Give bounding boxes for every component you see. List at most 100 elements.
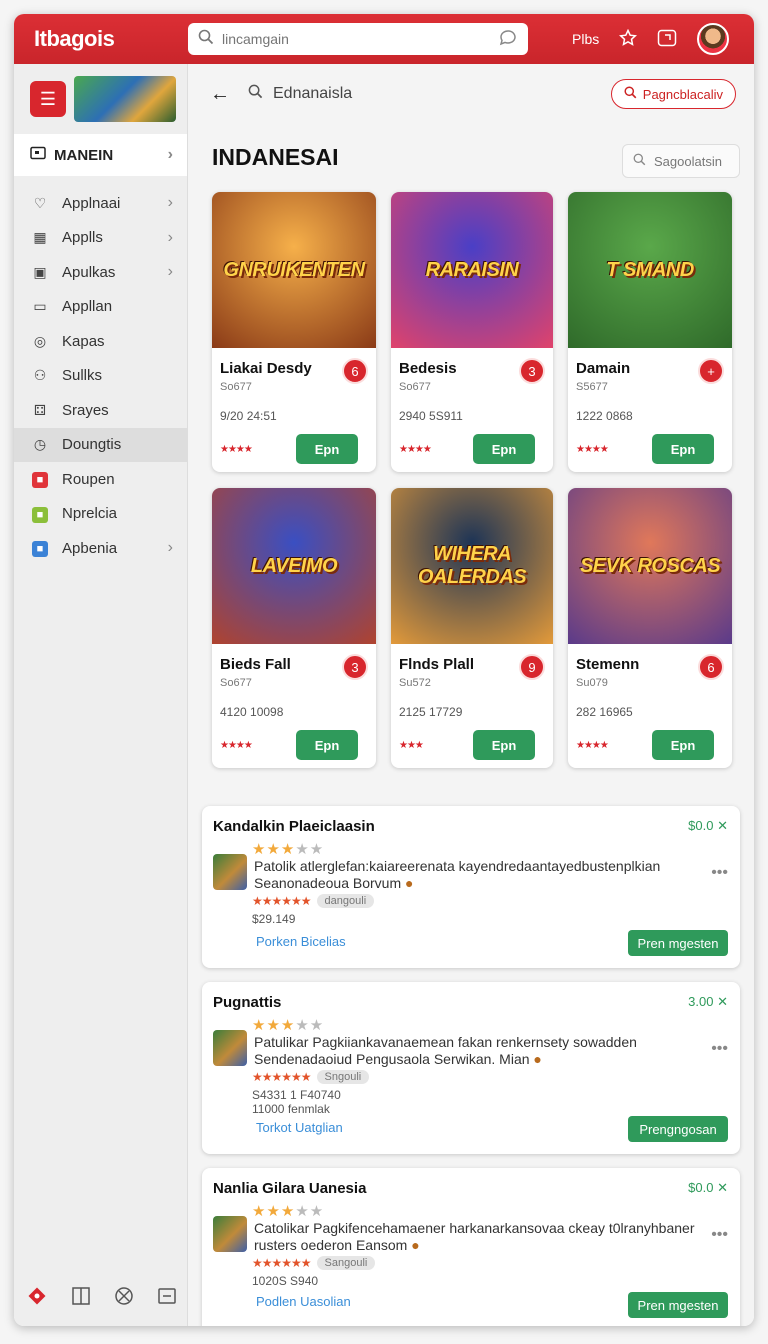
list-item-price[interactable]: $0.0 ✕	[688, 818, 728, 834]
compass-icon[interactable]	[114, 1286, 134, 1311]
top-link[interactable]: Plbs	[572, 31, 599, 47]
coin-icon: ●	[533, 1051, 542, 1067]
list-item[interactable]: Kandalkin Plaeiclaasin $0.0 ✕ ★★★★★ Pato…	[202, 806, 740, 968]
game-cover-image[interactable]: SEVK ROSCAS	[568, 488, 732, 644]
search-input[interactable]	[222, 31, 498, 47]
count-badge[interactable]: 9	[519, 654, 545, 680]
close-icon[interactable]: ✕	[717, 818, 728, 833]
book-icon[interactable]	[71, 1286, 91, 1311]
game-card[interactable]: LAVEIMO Bieds Fall So677 4120 10098 3 ★★…	[212, 488, 376, 768]
breadcrumb: Ednanaisla	[248, 84, 611, 104]
game-cover-image[interactable]: RARAISIN	[391, 192, 553, 348]
back-arrow-icon[interactable]: ←	[210, 83, 230, 106]
sidebar-item-label: Applnaai	[62, 194, 121, 212]
user-avatar[interactable]	[697, 23, 730, 55]
list-item-thumbnail[interactable]	[213, 1030, 247, 1066]
tag-chip[interactable]: Sngouli	[316, 1070, 370, 1084]
tag-chip[interactable]: dangouli	[316, 894, 375, 908]
price-label: $0.0	[688, 1180, 714, 1195]
rating-stars: ★★★★★	[252, 1017, 325, 1034]
list-item-thumbnail[interactable]	[213, 1216, 247, 1252]
search-icon	[633, 153, 646, 169]
stat-line: $29.149	[252, 912, 296, 926]
game-card[interactable]: GNRUIKENTEN Liakai Desdy So677 9/20 24:5…	[212, 192, 376, 472]
sidebar-item[interactable]: ▦ Applls ›	[14, 221, 187, 256]
sidebar-item[interactable]: ⚃ Srayes	[14, 393, 187, 428]
game-card[interactable]: RARAISIN Bedesis So677 2940 5S911 3 ★★★★…	[391, 192, 553, 472]
list-item-button[interactable]: Pren mgesten	[628, 1292, 728, 1318]
game-card[interactable]: T SMAND Damain S5677 1222 0868 + ★★★★ Ep…	[568, 192, 732, 472]
sidebar-item[interactable]: ◎ Kapas	[14, 324, 187, 359]
list-item-button[interactable]: Prengngosan	[628, 1116, 728, 1142]
chevron-right-icon: ›	[167, 263, 173, 281]
sidebar-item[interactable]: ▭ Appllan	[14, 290, 187, 325]
sidebar-item[interactable]: ■ Apbenia ›	[14, 531, 187, 566]
list-item-title[interactable]: Pugnattis	[213, 994, 281, 1011]
sidebar-banner-image[interactable]	[74, 76, 176, 122]
open-button[interactable]: Epn	[652, 730, 714, 760]
list-item-price[interactable]: $0.0 ✕	[688, 1180, 728, 1196]
search-bar[interactable]	[188, 23, 528, 55]
game-card[interactable]: WIHERA OALERDAS Flnds Plall Su572 2125 1…	[391, 488, 553, 768]
list-item-button[interactable]: Pren mgesten	[628, 930, 728, 956]
panel-icon[interactable]	[157, 1286, 177, 1311]
game-cover-title: T SMAND	[606, 258, 694, 281]
count-badge[interactable]: 6	[698, 654, 724, 680]
count-badge[interactable]: 3	[342, 654, 368, 680]
suggestion-search[interactable]: Sagoolatsin	[622, 144, 740, 178]
review-rating: ★★★★★★ dangouli	[252, 894, 375, 908]
heart-icon: ♡	[33, 194, 47, 211]
sidebar-item[interactable]: ⚇ Sullks	[14, 359, 187, 394]
header-action-button[interactable]: Pagncblacaliv	[610, 79, 736, 109]
sidebar-item[interactable]: ■ Roupen	[14, 462, 187, 497]
list-item-price[interactable]: 3.00 ✕	[688, 994, 728, 1010]
game-card[interactable]: SEVK ROSCAS Stemenn Su079 282 16965 6 ★★…	[568, 488, 732, 768]
sidebar-item[interactable]: ◷ Doungtis	[14, 427, 187, 462]
list-item-title[interactable]: Nanlia Gilara Uanesia	[213, 1180, 366, 1197]
list-item-title[interactable]: Kandalkin Plaeiclaasin	[213, 818, 375, 835]
game-card-body: Bedesis So677 2940 5S911 3	[391, 348, 553, 423]
sidebar-item-label: Kapas	[62, 332, 105, 350]
description-text: rusters oederon Eansom	[254, 1237, 408, 1253]
open-button[interactable]: Epn	[473, 434, 535, 464]
game-card-body: Liakai Desdy So677 9/20 24:51 6	[212, 348, 376, 423]
breadcrumb-label[interactable]: Ednanaisla	[273, 85, 352, 103]
home-icon[interactable]	[26, 1285, 48, 1312]
more-options-icon[interactable]: •••	[711, 1040, 728, 1058]
list-item-link[interactable]: Podlen Uasolian	[256, 1294, 351, 1309]
game-cover-image[interactable]: T SMAND	[568, 192, 732, 348]
sidebar-item[interactable]: ♡ Applnaai ›	[14, 186, 187, 221]
list-item-link[interactable]: Porken Bicelias	[256, 934, 346, 949]
sidebar-active-item[interactable]: MANEIN ›	[14, 134, 187, 176]
open-button[interactable]: Epn	[473, 730, 535, 760]
list-item-link[interactable]: Torkot Uatglian	[256, 1120, 343, 1135]
brand-logo[interactable]: Itbagois	[34, 26, 188, 52]
count-badge[interactable]: 3	[519, 358, 545, 384]
rating-stars: ★★★★	[576, 739, 609, 751]
game-cover-image[interactable]: WIHERA OALERDAS	[391, 488, 553, 644]
more-options-icon[interactable]: •••	[711, 864, 728, 882]
list-item-thumbnail[interactable]	[213, 854, 247, 890]
count-badge[interactable]: +	[698, 358, 724, 384]
close-icon[interactable]: ✕	[717, 1180, 728, 1195]
star-icon[interactable]	[619, 28, 638, 50]
sidebar-item[interactable]: ▣ Apulkas ›	[14, 255, 187, 290]
count-badge[interactable]: 6	[342, 358, 368, 384]
chevron-right-icon: ›	[167, 539, 173, 557]
description-text: Seanonadeoua Borvum	[254, 875, 402, 891]
close-icon[interactable]: ✕	[717, 994, 728, 1009]
open-button[interactable]: Epn	[296, 434, 358, 464]
open-button[interactable]: Epn	[296, 730, 358, 760]
list-item[interactable]: Nanlia Gilara Uanesia $0.0 ✕ ★★★★★ Catol…	[202, 1168, 740, 1326]
menu-button[interactable]: ☰	[30, 81, 66, 117]
game-card-body: Flnds Plall Su572 2125 17729 9	[391, 644, 553, 719]
tag-chip[interactable]: Sangouli	[316, 1256, 376, 1270]
chat-icon[interactable]	[498, 28, 518, 51]
bookmark-icon[interactable]	[657, 29, 677, 50]
open-button[interactable]: Epn	[652, 434, 714, 464]
sidebar-item[interactable]: ■ Nprelcia	[14, 497, 187, 532]
more-options-icon[interactable]: •••	[711, 1226, 728, 1244]
game-cover-image[interactable]: LAVEIMO	[212, 488, 376, 644]
list-item[interactable]: Pugnattis 3.00 ✕ ★★★★★ Patulikar Pagkiia…	[202, 982, 740, 1154]
game-cover-image[interactable]: GNRUIKENTEN	[212, 192, 376, 348]
